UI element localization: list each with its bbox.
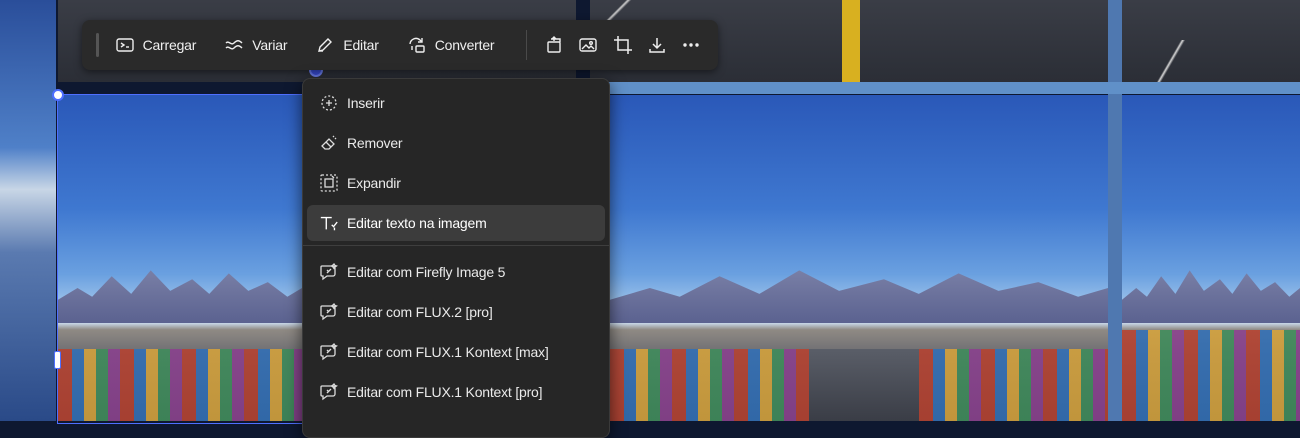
- upload-frame-icon: [115, 38, 134, 52]
- ai-edit-icon: [320, 302, 338, 321]
- menu-item-label: Editar com Firefly Image 5: [347, 264, 506, 280]
- image-icon: [579, 38, 598, 52]
- resize-handle-top-left[interactable]: [52, 89, 64, 101]
- text-edit-icon: [320, 216, 338, 231]
- expand-icon: [320, 174, 338, 192]
- download-button[interactable]: [640, 27, 674, 63]
- pencil-icon: [318, 38, 333, 52]
- menu-item-label: Inserir: [347, 95, 385, 111]
- menu-item-label: Expandir: [347, 175, 401, 191]
- vary-button[interactable]: Variar: [224, 27, 301, 63]
- image-toolbar: Carregar Variar Editar Converter: [82, 20, 718, 70]
- ai-edit-icon: [320, 342, 338, 361]
- vary-label: Variar: [252, 37, 288, 53]
- canvas-image-right: [1122, 95, 1300, 421]
- crop-icon: [613, 36, 632, 54]
- menu-item-insert[interactable]: Inserir: [303, 83, 609, 123]
- menu-item-edit-flux1-kontext-max[interactable]: Editar com FLUX.1 Kontext [max]: [303, 332, 609, 372]
- canvas-image-top-right: [1122, 0, 1300, 82]
- canvas-gap-horizontal: [590, 82, 1300, 94]
- menu-item-label: Remover: [347, 135, 403, 151]
- canvas-gap-vertical: [1108, 0, 1122, 421]
- edit-dropdown-menu: Inserir Remover Expandir Editar texto na…: [302, 78, 610, 438]
- ai-edit-icon: [320, 382, 338, 401]
- toolbar-divider: [526, 30, 528, 60]
- convert-button[interactable]: Converter: [407, 27, 509, 63]
- menu-item-edit-flux1-kontext-pro[interactable]: Editar com FLUX.1 Kontext [pro]: [303, 372, 609, 412]
- upload-button[interactable]: Carregar: [115, 27, 211, 63]
- canvas-left-edge-image: [0, 0, 56, 421]
- download-icon: [649, 38, 665, 53]
- wave-icon: [225, 40, 243, 50]
- image-button[interactable]: [571, 27, 605, 63]
- crop-button[interactable]: [606, 27, 640, 63]
- ai-edit-icon: [320, 262, 338, 281]
- menu-item-edit-flux2-pro[interactable]: Editar com FLUX.2 [pro]: [303, 292, 609, 332]
- menu-item-label: Editar com FLUX.1 Kontext [pro]: [347, 384, 543, 400]
- canvas-image-selected: [58, 95, 302, 421]
- arrange-button[interactable]: [537, 27, 571, 63]
- edit-button[interactable]: Editar: [315, 27, 392, 63]
- menu-item-expand[interactable]: Expandir: [303, 163, 609, 203]
- menu-item-label: Editar com FLUX.2 [pro]: [347, 304, 493, 320]
- edit-label: Editar: [343, 37, 379, 53]
- menu-item-label: Editar com FLUX.1 Kontext [max]: [347, 344, 549, 360]
- eraser-icon: [321, 135, 337, 150]
- convert-icon: [409, 37, 425, 53]
- more-options-button[interactable]: [674, 27, 708, 63]
- menu-item-edit-firefly[interactable]: Editar com Firefly Image 5: [303, 252, 609, 292]
- more-icon: [683, 43, 699, 47]
- menu-item-label: Editar texto na imagem: [347, 215, 487, 231]
- convert-label: Converter: [434, 37, 495, 53]
- insert-icon: [321, 95, 337, 111]
- drag-grip[interactable]: [96, 33, 99, 57]
- menu-item-edit-text[interactable]: Editar texto na imagem: [307, 205, 605, 241]
- resize-handle-left[interactable]: [54, 351, 61, 369]
- upload-label: Carregar: [142, 37, 197, 53]
- canvas-image-center: [610, 95, 1108, 421]
- bring-forward-icon: [547, 36, 562, 53]
- menu-divider: [303, 245, 609, 246]
- menu-item-remove[interactable]: Remover: [303, 123, 609, 163]
